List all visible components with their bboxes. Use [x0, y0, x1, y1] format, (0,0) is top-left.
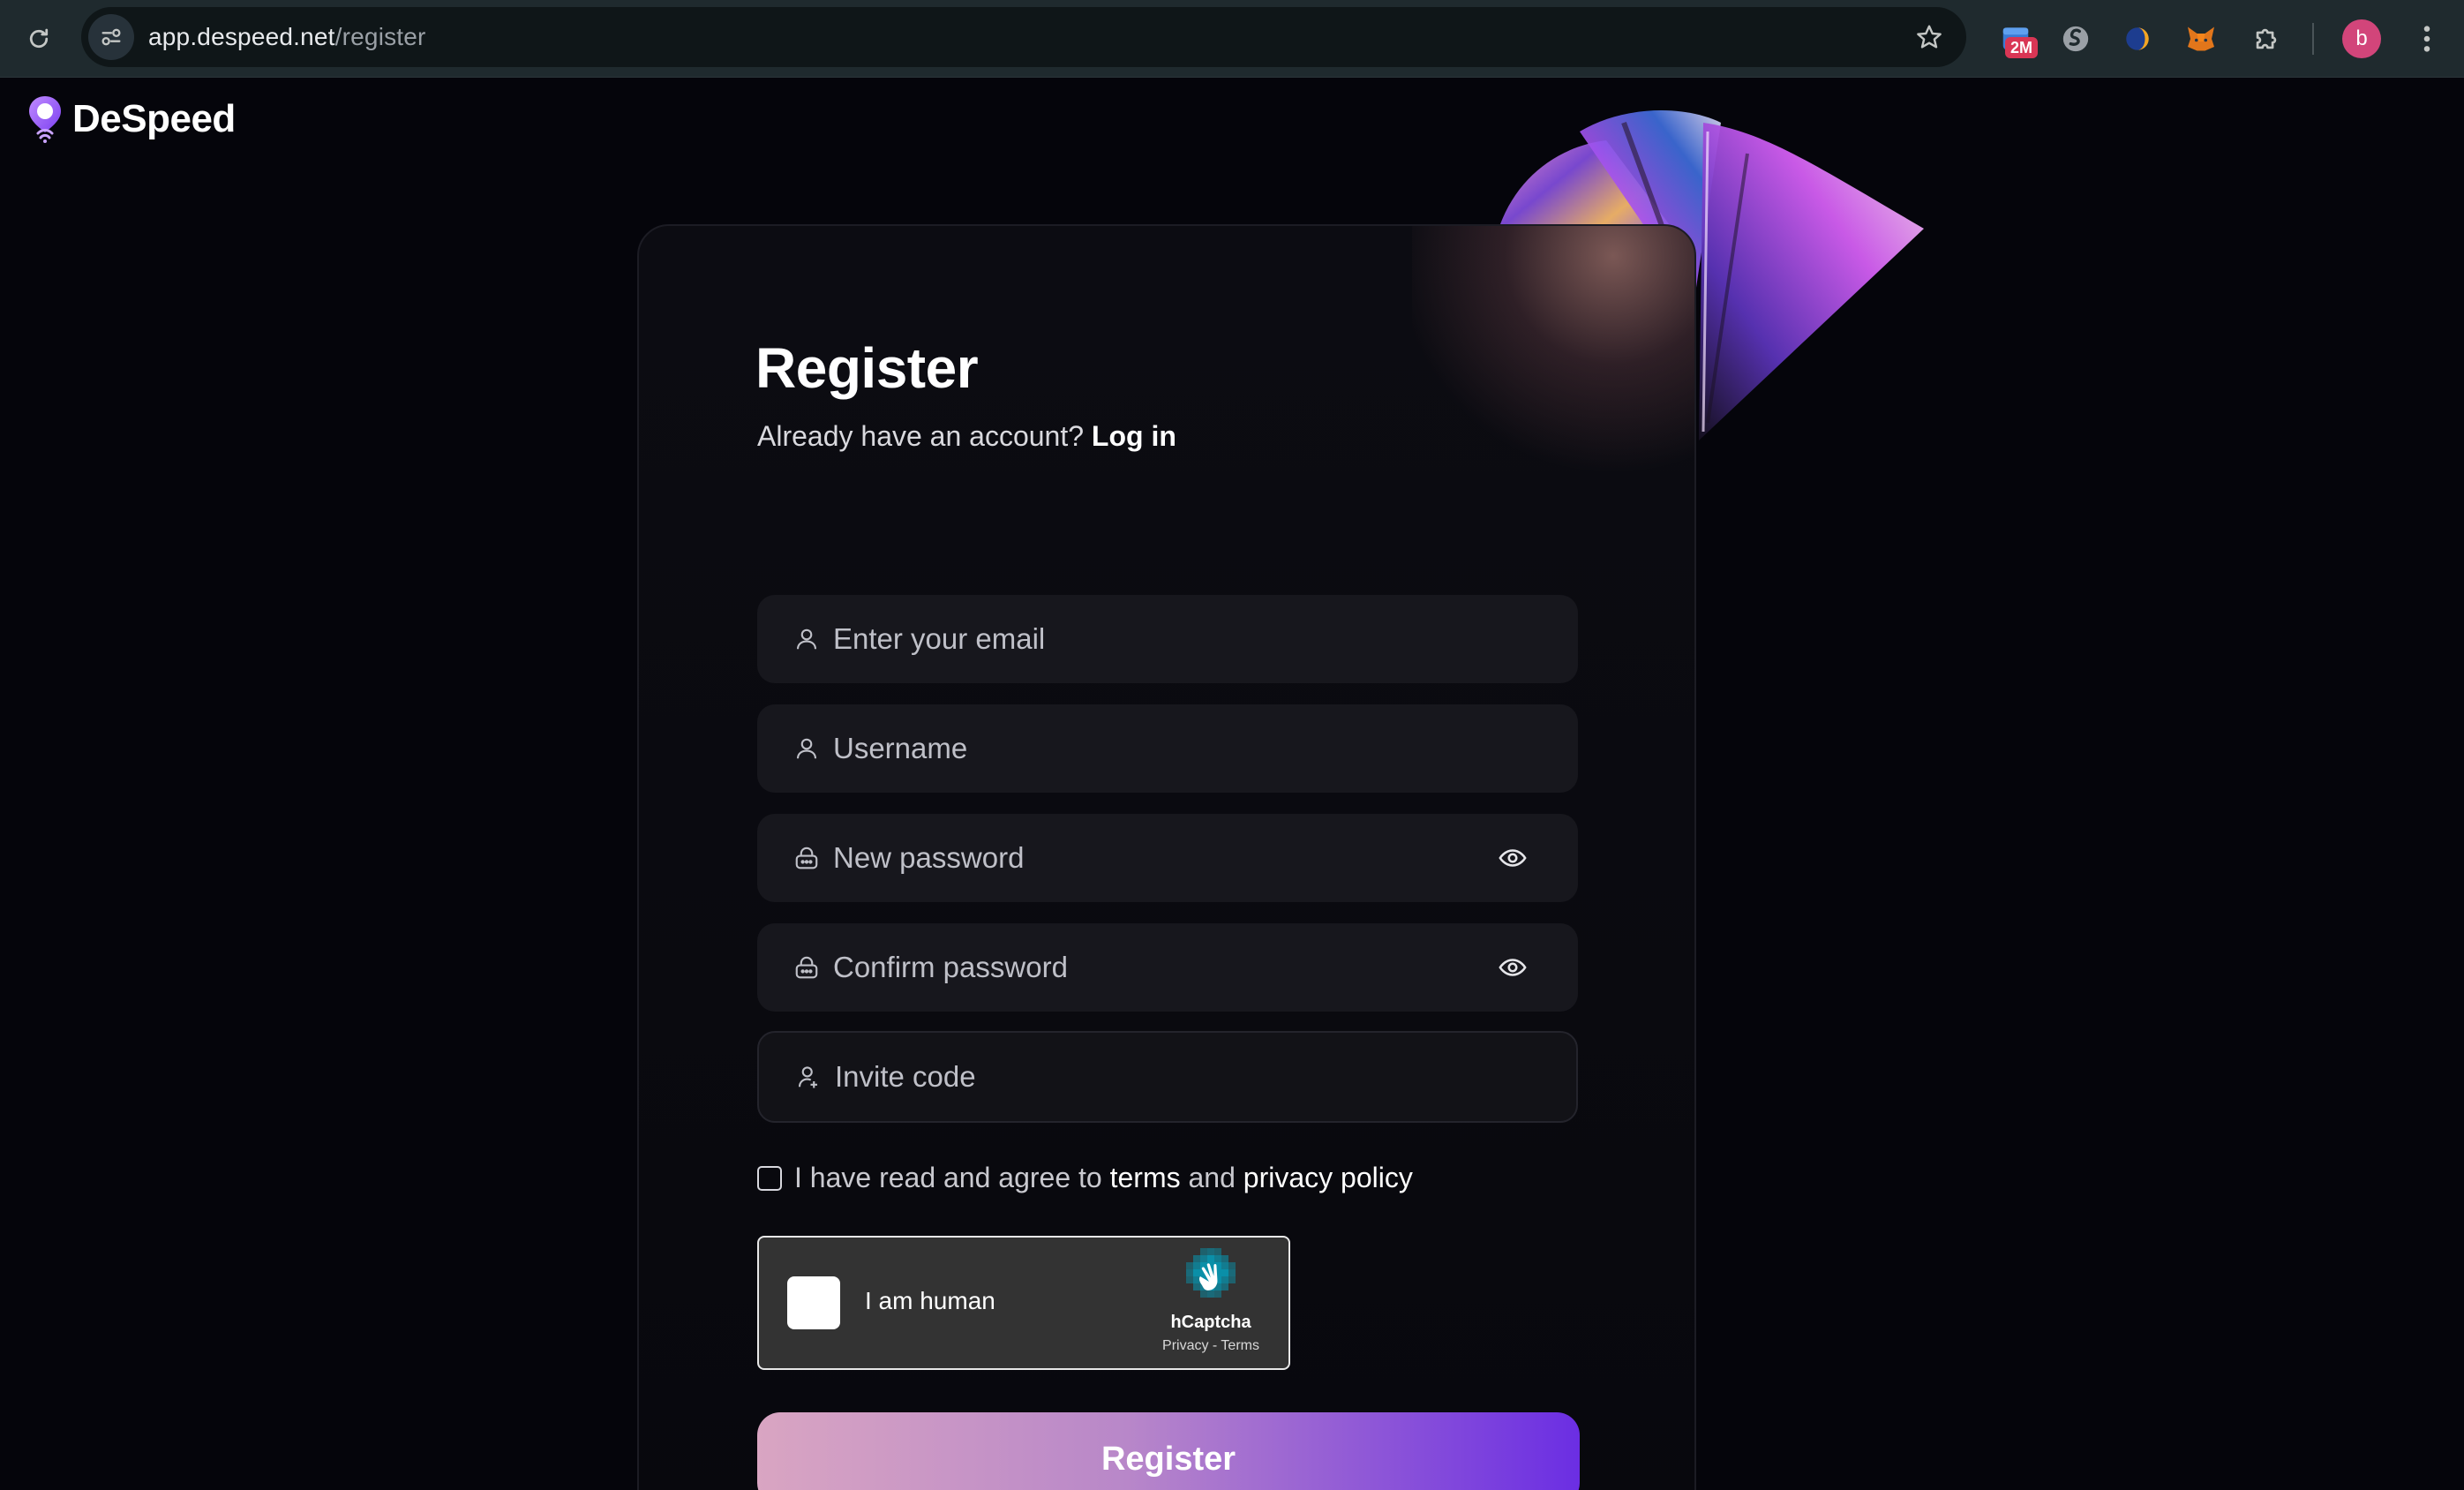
confirm-password-input[interactable] — [833, 923, 1488, 1012]
browser-toolbar: app.despeed.net/register 2M b — [0, 0, 2464, 78]
username-field[interactable] — [757, 704, 1578, 793]
login-prompt-text: Already have an account? — [757, 420, 1085, 452]
username-input[interactable] — [833, 704, 1578, 793]
invite-code-input[interactable] — [835, 1033, 1576, 1121]
lock-icon — [787, 948, 826, 987]
extension-badge: 2M — [2005, 37, 2039, 58]
terms-agreement: I have read and agree to terms and priva… — [757, 1162, 1413, 1194]
login-link[interactable]: Log in — [1092, 420, 1176, 452]
page: DeSpeed Register Already have an account… — [0, 79, 2464, 1490]
user-icon — [787, 620, 826, 658]
url-host: app.despeed.net — [148, 23, 335, 50]
hcaptcha-privacy-terms-links[interactable]: Privacy - Terms — [1149, 1338, 1273, 1354]
new-password-field[interactable] — [757, 814, 1578, 902]
extension-moon-icon[interactable] — [2115, 16, 2160, 62]
address-bar[interactable]: app.despeed.net/register — [81, 7, 1966, 67]
invite-code-field[interactable] — [757, 1031, 1578, 1123]
new-password-input[interactable] — [833, 814, 1488, 902]
url-text: app.despeed.net/register — [148, 23, 426, 51]
show-password-eye-icon[interactable] — [1488, 833, 1537, 883]
user-plus-icon — [789, 1057, 828, 1096]
show-confirm-password-eye-icon[interactable] — [1488, 943, 1537, 992]
hcaptcha-brand-name: hCaptcha — [1170, 1313, 1251, 1332]
despeed-logo[interactable]: DeSpeed — [26, 94, 236, 144]
login-prompt: Already have an account? Log in — [757, 420, 1176, 453]
card-glow — [1412, 226, 1694, 491]
agree-text: I have read and agree to — [794, 1162, 1102, 1193]
agree-and-text: and — [1188, 1162, 1236, 1193]
hcaptcha-widget: I am human hCaptcha Privacy - Terms — [757, 1236, 1290, 1370]
extension-fox-icon[interactable] — [2178, 16, 2224, 62]
reload-icon[interactable] — [19, 19, 58, 58]
privacy-policy-link[interactable]: privacy policy — [1243, 1162, 1413, 1194]
register-button[interactable]: Register — [757, 1412, 1580, 1490]
hcaptcha-branding: hCaptcha Privacy - Terms — [1149, 1248, 1273, 1354]
register-card: Register Already have an account? Log in — [637, 224, 1696, 1490]
user-icon — [787, 729, 826, 768]
extensions-puzzle-icon[interactable] — [2243, 16, 2289, 62]
hcaptcha-logo-icon — [1186, 1248, 1236, 1298]
page-title: Register — [755, 336, 979, 400]
logo-text: DeSpeed — [72, 97, 236, 140]
profile-avatar[interactable]: b — [2342, 19, 2381, 58]
extension-s-icon[interactable] — [2053, 16, 2099, 62]
extension-calendar-icon[interactable]: 2M — [1993, 16, 2039, 62]
confirm-password-field[interactable] — [757, 923, 1578, 1012]
email-input[interactable] — [833, 595, 1578, 683]
logo-pin-icon — [29, 96, 61, 143]
terms-checkbox[interactable] — [757, 1165, 782, 1191]
terms-link[interactable]: terms — [1110, 1162, 1181, 1194]
site-info-icon[interactable] — [88, 14, 134, 60]
hcaptcha-checkbox[interactable] — [787, 1276, 840, 1329]
toolbar-divider — [2312, 23, 2314, 55]
url-path: /register — [334, 23, 426, 50]
bookmark-star-icon[interactable] — [1912, 19, 1947, 55]
email-field[interactable] — [757, 595, 1578, 683]
hcaptcha-label: I am human — [865, 1287, 995, 1314]
lock-icon — [787, 839, 826, 877]
chrome-menu-icon[interactable] — [2409, 18, 2445, 60]
